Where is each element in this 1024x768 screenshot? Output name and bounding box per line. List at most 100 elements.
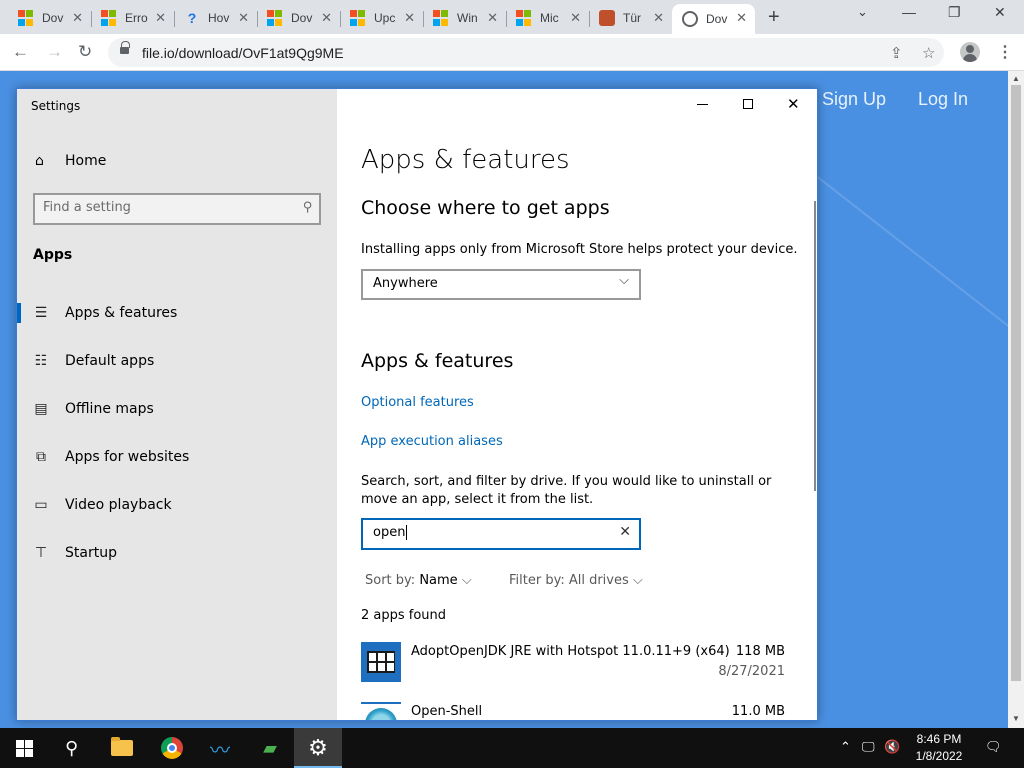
home-icon: ⌂ <box>35 153 44 169</box>
sidebar-item-apps-features[interactable]: ☰ Apps & features <box>17 295 337 331</box>
clear-icon[interactable]: ✕ <box>619 524 631 540</box>
window-title: Settings <box>31 99 81 113</box>
taskbar-monitor-app[interactable]: 〰 <box>196 728 244 768</box>
new-tab-button[interactable]: + <box>768 6 780 29</box>
star-icon[interactable]: ☆ <box>922 44 935 62</box>
close-icon[interactable]: ✕ <box>994 4 1006 21</box>
browser-tab[interactable]: Tür ✕ <box>589 4 672 32</box>
close-icon[interactable]: ✕ <box>736 10 747 26</box>
minimize-icon[interactable]: — <box>902 4 916 20</box>
search-icon[interactable]: ⚲ <box>303 200 313 215</box>
system-clock[interactable]: 8:46 PM 1/8/2022 <box>906 731 972 765</box>
microsoft-icon <box>267 10 283 26</box>
taskbar-installer-app[interactable]: ▰ <box>246 728 294 768</box>
sidebar-item-video-playback[interactable]: ▭ Video playback <box>17 487 337 523</box>
close-icon[interactable]: ✕ <box>570 10 581 26</box>
close-icon[interactable]: ✕ <box>238 10 249 26</box>
optional-features-link[interactable]: Optional features <box>361 395 474 410</box>
chevron-up-icon[interactable]: ⌃ <box>840 739 851 755</box>
share-icon[interactable]: ⇪ <box>890 44 903 62</box>
filter-dropdown[interactable]: Filter by: All drives ⌵ <box>509 573 643 588</box>
startup-icon: ⊤ <box>34 545 48 561</box>
taskbar-chrome[interactable] <box>148 728 196 768</box>
network-icon[interactable]: 🖵 <box>862 739 875 755</box>
app-list-item[interactable]: Open-Shell 11.0 MB <box>361 702 785 720</box>
back-icon[interactable]: ← <box>12 42 29 62</box>
profile-avatar[interactable] <box>960 42 980 62</box>
tab-title: Dov <box>706 12 728 26</box>
browser-tab[interactable]: Dov ✕ <box>257 4 341 32</box>
menu-kebab-icon[interactable]: ⋮ <box>997 42 1013 62</box>
notification-icon[interactable]: 🗨 <box>985 739 1002 755</box>
sort-value: Name <box>419 573 458 588</box>
find-setting-box[interactable]: ⚲ <box>33 193 321 225</box>
taskbar: ⚲ 〰 ▰ ⚙ ⌃ 🖵 🔇 8:46 PM 1/8/2022 🗨 <box>0 728 1024 768</box>
chevron-down-icon: ⌵ <box>619 273 629 288</box>
app-size: 118 MB <box>735 644 785 659</box>
tab-title: Tür <box>623 11 641 25</box>
browser-tab-active[interactable]: Dov ✕ <box>672 4 755 34</box>
browser-tab[interactable]: Upc ✕ <box>340 4 424 32</box>
sidebar-item-default-apps[interactable]: ☷ Default apps <box>17 343 337 379</box>
tab-title: Win <box>457 11 478 25</box>
content-scrollbar[interactable] <box>814 201 816 491</box>
app-size: 11.0 MB <box>731 704 785 719</box>
microsoft-icon <box>350 10 366 26</box>
settings-content: ✕ Apps & features Choose where to get ap… <box>337 89 817 720</box>
scrollbar-thumb[interactable] <box>1011 85 1021 681</box>
maximize-icon[interactable] <box>743 99 753 109</box>
apps-found-count: 2 apps found <box>361 608 447 623</box>
sidebar-item-offline-maps[interactable]: ▤ Offline maps <box>17 391 337 427</box>
app-execution-aliases-link[interactable]: App execution aliases <box>361 434 503 449</box>
close-icon[interactable]: ✕ <box>487 10 498 26</box>
chevron-down-icon: ⌵ <box>632 573 643 588</box>
scroll-down-icon[interactable]: ▼ <box>1012 714 1020 723</box>
video-icon: ▭ <box>34 497 48 513</box>
browser-tab[interactable]: Dov ✕ <box>8 4 92 32</box>
close-icon[interactable]: ✕ <box>155 10 166 26</box>
section-heading: Apps <box>33 247 73 263</box>
folder-icon <box>111 737 133 756</box>
find-setting-input[interactable] <box>43 200 283 215</box>
minimize-icon[interactable] <box>697 104 708 105</box>
sort-dropdown[interactable]: Sort by: Name ⌵ <box>365 573 472 588</box>
clock-time: 8:46 PM <box>916 732 962 746</box>
microsoft-icon <box>101 10 117 26</box>
start-button[interactable] <box>0 728 48 768</box>
taskbar-settings[interactable]: ⚙ <box>294 728 342 768</box>
close-icon[interactable]: ✕ <box>653 10 664 26</box>
browser-tab[interactable]: Mic ✕ <box>506 4 590 32</box>
tab-title: Hov <box>208 11 230 25</box>
tab-search-icon[interactable]: ⌄ <box>857 4 868 20</box>
log-in-link[interactable]: Log In <box>918 89 968 110</box>
volume-muted-icon[interactable]: 🔇 <box>884 739 900 755</box>
browser-tab[interactable]: ? Hov ✕ <box>174 4 258 32</box>
app-source-dropdown[interactable]: Anywhere ⌵ <box>361 269 641 300</box>
sidebar-item-apps-websites[interactable]: ⧉ Apps for websites <box>17 439 337 475</box>
close-icon[interactable]: ✕ <box>787 95 800 113</box>
close-icon[interactable]: ✕ <box>321 10 332 26</box>
search-button[interactable]: ⚲ <box>48 728 96 768</box>
page-scrollbar[interactable]: ▲ ▼ <box>1008 71 1024 728</box>
sign-up-link[interactable]: Sign Up <box>822 89 886 110</box>
home-link[interactable]: ⌂ Home <box>35 153 106 169</box>
app-search-input[interactable]: open ✕ <box>361 518 641 550</box>
reload-icon[interactable]: ↻ <box>78 42 92 62</box>
close-icon[interactable]: ✕ <box>404 10 415 26</box>
scroll-up-icon[interactable]: ▲ <box>1012 74 1020 83</box>
default-apps-icon: ☷ <box>34 353 48 369</box>
sidebar-item-startup[interactable]: ⊤ Startup <box>17 535 337 571</box>
taskbar-file-explorer[interactable] <box>98 728 146 768</box>
sidebar-item-label: Default apps <box>65 353 155 369</box>
forward-icon[interactable]: → <box>46 42 63 62</box>
browser-tab[interactable]: Erro ✕ <box>91 4 175 32</box>
choose-description: Installing apps only from Microsoft Stor… <box>361 242 798 257</box>
heartbeat-icon: 〰 <box>210 739 230 762</box>
address-bar[interactable]: file.io/download/OvF1at9Qg9ME ⇪ ☆ <box>108 38 944 67</box>
close-icon[interactable]: ✕ <box>72 10 83 26</box>
sidebar-item-label: Apps & features <box>65 305 178 321</box>
app-list-item[interactable]: AdoptOpenJDK JRE with Hotspot 11.0.11+9 … <box>361 642 785 690</box>
microsoft-icon <box>18 10 34 26</box>
restore-icon[interactable]: ❐ <box>948 4 961 21</box>
browser-tab[interactable]: Win ✕ <box>423 4 507 32</box>
